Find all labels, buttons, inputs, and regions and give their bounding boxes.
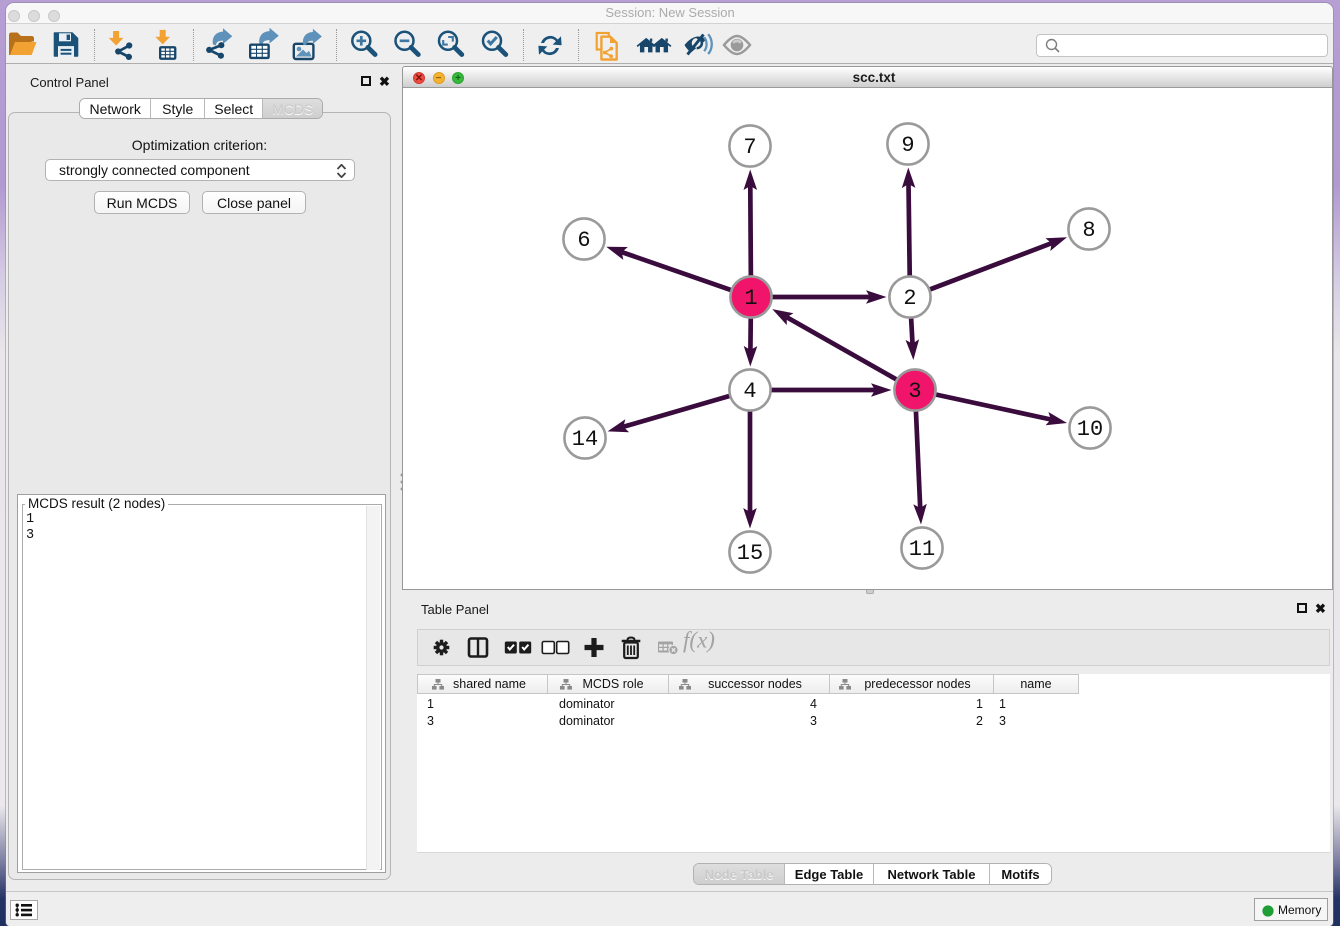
svg-text:3: 3 [908, 379, 921, 404]
svg-text:10: 10 [1077, 417, 1103, 442]
svg-text:15: 15 [737, 541, 763, 566]
svg-text:2: 2 [903, 286, 916, 311]
svg-text:14: 14 [572, 427, 598, 452]
svg-text:1: 1 [744, 286, 757, 311]
svg-text:11: 11 [909, 537, 935, 562]
svg-text:8: 8 [1082, 218, 1095, 243]
svg-text:6: 6 [577, 228, 590, 253]
svg-text:9: 9 [901, 133, 914, 158]
svg-text:f(x): f(x) [683, 630, 715, 653]
svg-text:4: 4 [743, 379, 756, 404]
svg-text:7: 7 [743, 135, 756, 160]
